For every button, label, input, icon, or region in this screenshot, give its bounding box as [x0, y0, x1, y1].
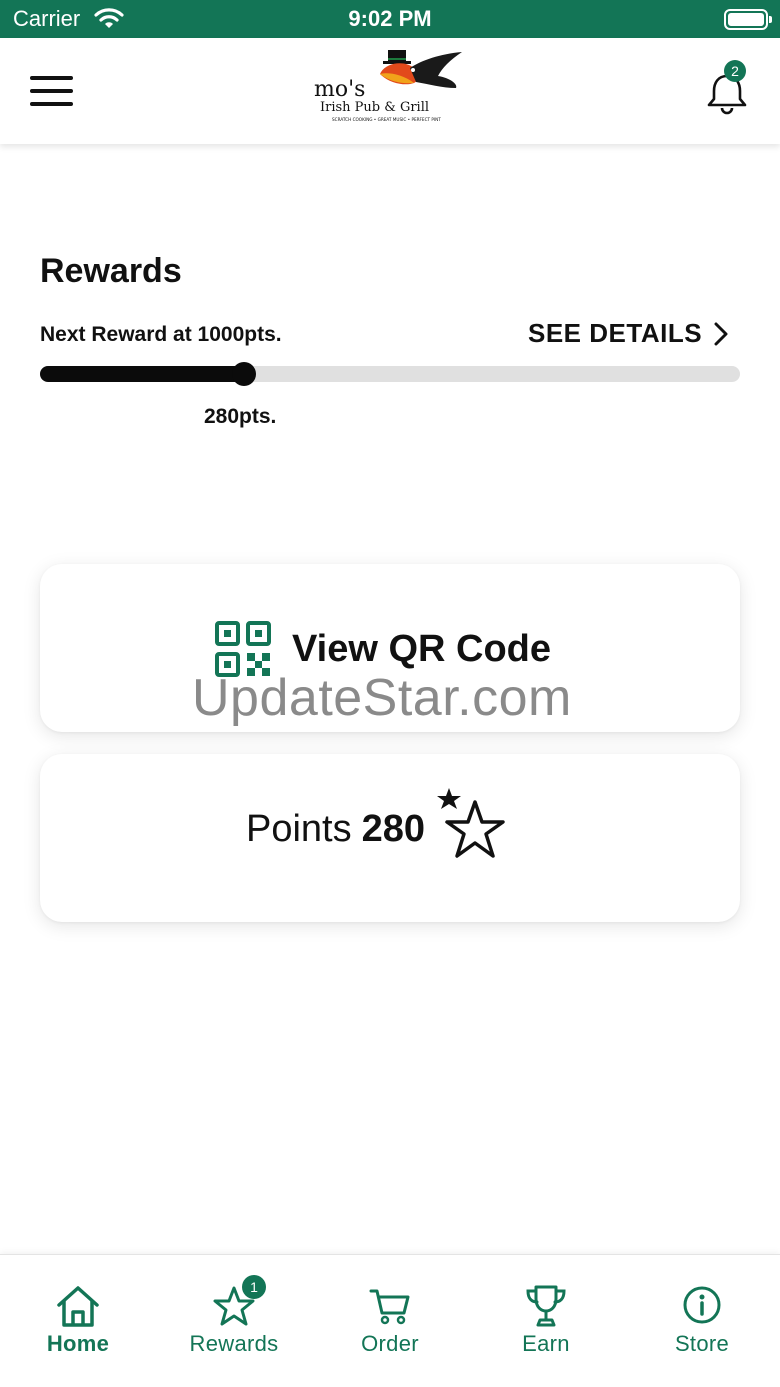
- hamburger-line: [30, 102, 73, 106]
- home-icon: [57, 1286, 99, 1327]
- status-bar: Carrier 9:02 PM: [0, 0, 780, 38]
- tab-order[interactable]: Order: [312, 1255, 468, 1387]
- tab-rewards[interactable]: 1 Rewards: [156, 1255, 312, 1387]
- points-label: Points: [246, 807, 352, 850]
- bottom-tab-bar: Home 1 Rewards Order Earn Store: [0, 1254, 780, 1387]
- view-qr-code-card[interactable]: View QR Code UpdateStar.com: [40, 564, 740, 732]
- tab-label: Rewards: [189, 1331, 279, 1356]
- tab-earn[interactable]: Earn: [468, 1255, 624, 1387]
- progress-fill: [40, 366, 244, 382]
- view-qr-code-label: View QR Code: [292, 627, 552, 670]
- svg-text:SCRATCH COOKING • GREAT MUSIC: SCRATCH COOKING • GREAT MUSIC • PERFECT …: [332, 117, 441, 122]
- battery-icon: [724, 9, 772, 30]
- tab-label: Home: [46, 1331, 110, 1356]
- cart-icon: [369, 1289, 410, 1325]
- rewards-title: Rewards: [40, 252, 182, 290]
- next-reward-label: Next Reward at 1000pts.: [40, 323, 282, 346]
- current-points-label: 280pts.: [204, 405, 277, 428]
- points-card[interactable]: Points 280: [40, 754, 740, 922]
- stars-icon: [437, 788, 505, 858]
- watermark-text: UpdateStar.com: [192, 669, 572, 727]
- menu-button[interactable]: [30, 76, 76, 108]
- mos-irish-pub-logo: mo's Irish Pub & Grill SCRATCH COOKING •…: [314, 50, 462, 122]
- points-card-content: Points 280: [246, 786, 515, 872]
- trophy-icon: [526, 1285, 566, 1327]
- tab-label: Earn: [522, 1331, 570, 1356]
- tab-home[interactable]: Home: [0, 1255, 156, 1387]
- points-value: 280: [361, 807, 426, 850]
- svg-text:mo's: mo's: [314, 77, 365, 102]
- tab-label: Order: [361, 1331, 419, 1356]
- see-details-label: SEE DETAILS: [528, 318, 703, 348]
- chevron-right-icon: [714, 322, 728, 345]
- tab-store[interactable]: Store: [624, 1255, 780, 1387]
- svg-text:Irish Pub & Grill: Irish Pub & Grill: [320, 100, 429, 115]
- app-header: mo's Irish Pub & Grill SCRATCH COOKING •…: [0, 38, 780, 144]
- hamburger-line: [30, 76, 73, 80]
- see-details-link[interactable]: SEE DETAILS: [528, 318, 728, 349]
- reward-progress-bar: [40, 362, 740, 386]
- status-time: 9:02 PM: [348, 6, 432, 31]
- progress-knob: [232, 362, 256, 386]
- info-icon: [683, 1286, 721, 1324]
- rewards-badge: 1: [242, 1275, 266, 1299]
- notification-badge: 2: [724, 60, 746, 82]
- tab-label: Store: [674, 1331, 730, 1356]
- hamburger-line: [30, 89, 73, 93]
